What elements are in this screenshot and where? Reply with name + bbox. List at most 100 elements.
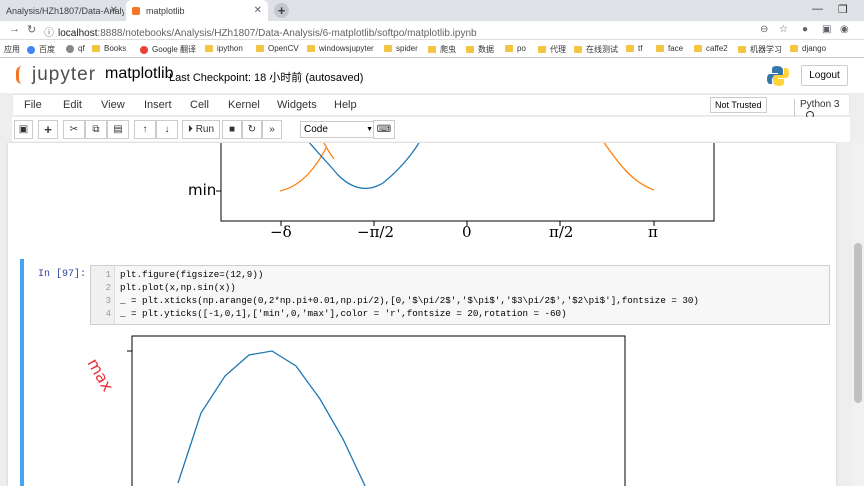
new-tab-button[interactable]: + (274, 3, 289, 18)
browser-tab-data-analysis[interactable]: Analysis/HZh1807/Data-Analy ✕ (0, 0, 124, 21)
folder-icon (92, 45, 100, 52)
xtick-label: 0 (462, 223, 472, 241)
notebook-name[interactable]: matplotlib (105, 65, 173, 83)
menu-help[interactable]: Help (334, 99, 357, 111)
bookmark-item[interactable]: ipython (205, 44, 243, 53)
folder-icon (694, 45, 702, 52)
close-icon[interactable]: ✕ (254, 5, 262, 16)
menu-kernel[interactable]: Kernel (228, 99, 260, 111)
keyboard-icon[interactable]: ⌨ (373, 120, 395, 139)
move-down-icon[interactable]: ↓ (156, 120, 178, 139)
menu-widgets[interactable]: Widgets (277, 99, 317, 111)
folder-icon (256, 45, 264, 52)
save-icon[interactable]: ▣ (14, 120, 33, 139)
code-cell-input[interactable]: 1 2 3 4 plt.figure(figsize=(12,9)) plt.p… (90, 265, 830, 325)
checkpoint-status: Last Checkpoint: 18 小时前 (autosaved) (169, 72, 364, 84)
bookmark-item[interactable]: Books (92, 44, 126, 53)
zoom-icon[interactable]: ⊖ (760, 24, 768, 35)
folder-icon (205, 45, 213, 52)
cut-icon[interactable]: ✂ (63, 120, 85, 139)
bookmark-item[interactable]: OpenCV (256, 44, 299, 53)
scrollbar-thumb[interactable] (854, 243, 862, 403)
plot-axes-frame (220, 143, 715, 222)
folder-icon (538, 46, 546, 53)
jupyter-favicon-icon (132, 6, 140, 15)
forward-arrow-icon[interactable]: → (9, 23, 20, 35)
bookmark-item[interactable]: 百度 (27, 44, 55, 55)
bookmark-item[interactable]: 数据 (466, 44, 494, 55)
code-line[interactable]: _ = plt.xticks(np.arange(0,2*np.pi+0.01,… (120, 295, 699, 306)
code-line[interactable]: _ = plt.yticks([-1,0,1],['min',0,'max'],… (120, 308, 567, 319)
bookmark-item[interactable]: caffe2 (694, 44, 728, 53)
folder-icon (656, 45, 664, 52)
previous-output-plot (216, 143, 715, 226)
bookmark-item[interactable]: windowsjupyter (307, 44, 374, 53)
xtick-label: −δ (270, 223, 292, 241)
extension-icon[interactable]: ● (802, 24, 808, 35)
info-icon: ⓘ (44, 28, 54, 39)
code-line[interactable]: plt.figure(figsize=(12,9)) (120, 269, 263, 280)
address-bar: → ↻ ⓘ localhost:8888/notebooks/Analysis/H… (0, 21, 864, 40)
menu-cell[interactable]: Cell (190, 99, 209, 111)
notebook-page: min −δ −π/2 0 π/2 π In [97]: 1 2 3 4 plt… (8, 143, 836, 486)
run-button[interactable]: ⏵ Run (182, 120, 220, 139)
bookmark-apps[interactable]: 应用 (4, 44, 20, 55)
url-field[interactable]: ⓘ localhost:8888/notebooks/Analysis/HZh18… (44, 24, 477, 39)
bookmark-item[interactable]: qf (66, 44, 85, 53)
restore-icon[interactable]: ❐ (838, 3, 848, 16)
menu-view[interactable]: View (101, 99, 125, 111)
menu-edit[interactable]: Edit (63, 99, 82, 111)
jupyter-logo[interactable]: jupyter (16, 64, 96, 86)
fast-forward-icon[interactable]: » (262, 120, 282, 139)
globe-icon (66, 44, 74, 53)
bookmark-item[interactable]: 机器学习 (738, 44, 782, 55)
extension-icon[interactable]: ◉ (840, 24, 849, 35)
jupyter-header: jupyter matplotlib Last Checkpoint: 18 小… (0, 58, 864, 93)
bookmark-item[interactable]: face (656, 44, 683, 53)
add-cell-icon[interactable]: + (38, 120, 58, 139)
restart-icon[interactable]: ↻ (242, 120, 262, 139)
bookmark-item[interactable]: django (790, 44, 826, 53)
paste-icon[interactable]: ▤ (107, 120, 129, 139)
browser-tab-matplotlib[interactable]: matplotlib ✕ (126, 0, 268, 21)
star-icon[interactable]: ☆ (779, 24, 788, 35)
tab-label: matplotlib (146, 5, 185, 16)
paw-icon (27, 45, 35, 54)
close-icon[interactable]: ✕ (110, 5, 118, 16)
folder-icon (505, 45, 513, 52)
chevron-down-icon: ▼ (366, 126, 373, 133)
reload-icon[interactable]: ↻ (27, 23, 36, 36)
copy-icon[interactable]: ⧉ (85, 120, 107, 139)
notebook-toolbar: ▣ + ✂ ⧉ ▤ ↑ ↓ ⏵ Run ■ ↻ » Code ▼ ⌨ (12, 117, 850, 142)
line-number: 4 (105, 309, 111, 319)
browser-tab-bar: Analysis/HZh1807/Data-Analy ✕ matplotlib… (0, 0, 864, 21)
line-number: 1 (105, 270, 111, 280)
folder-icon (384, 45, 392, 52)
bookmark-item[interactable]: 爬虫 (428, 44, 456, 55)
extension-icon[interactable]: ▣ (822, 24, 831, 35)
menu-file[interactable]: File (24, 99, 42, 111)
bookmark-item[interactable]: Google 翻译 (140, 44, 196, 55)
plot-axes-frame (131, 335, 626, 486)
minimize-icon[interactable]: — (812, 3, 823, 15)
page-scrollbar[interactable] (852, 143, 864, 486)
move-up-icon[interactable]: ↑ (134, 120, 156, 139)
tab-label: Analysis/HZh1807/Data-Analy (6, 5, 124, 16)
bookmark-item[interactable]: 在线测试 (574, 44, 618, 55)
bookmark-item[interactable]: spider (384, 44, 418, 53)
logout-button[interactable]: Logout (801, 65, 848, 86)
code-line[interactable]: plt.plot(x,np.sin(x)) (120, 282, 236, 293)
bookmark-item[interactable]: tf (626, 44, 642, 53)
menu-insert[interactable]: Insert (144, 99, 172, 111)
line-number-gutter: 1 2 3 4 (91, 266, 115, 324)
folder-icon (790, 45, 798, 52)
cell-prompt: In [97]: (38, 269, 87, 280)
python-logo-icon (767, 66, 789, 86)
stop-icon[interactable]: ■ (222, 120, 242, 139)
bookmark-item[interactable]: 代理 (538, 44, 566, 55)
not-trusted-button[interactable]: Not Trusted (710, 97, 767, 113)
cell-type-select[interactable]: Code ▼ (300, 121, 378, 138)
bookmark-item[interactable]: po (505, 44, 526, 53)
sine-curve (177, 350, 366, 486)
bookmarks-bar: 应用 百度 qf Books Google 翻译 ipython OpenCV … (0, 40, 864, 58)
